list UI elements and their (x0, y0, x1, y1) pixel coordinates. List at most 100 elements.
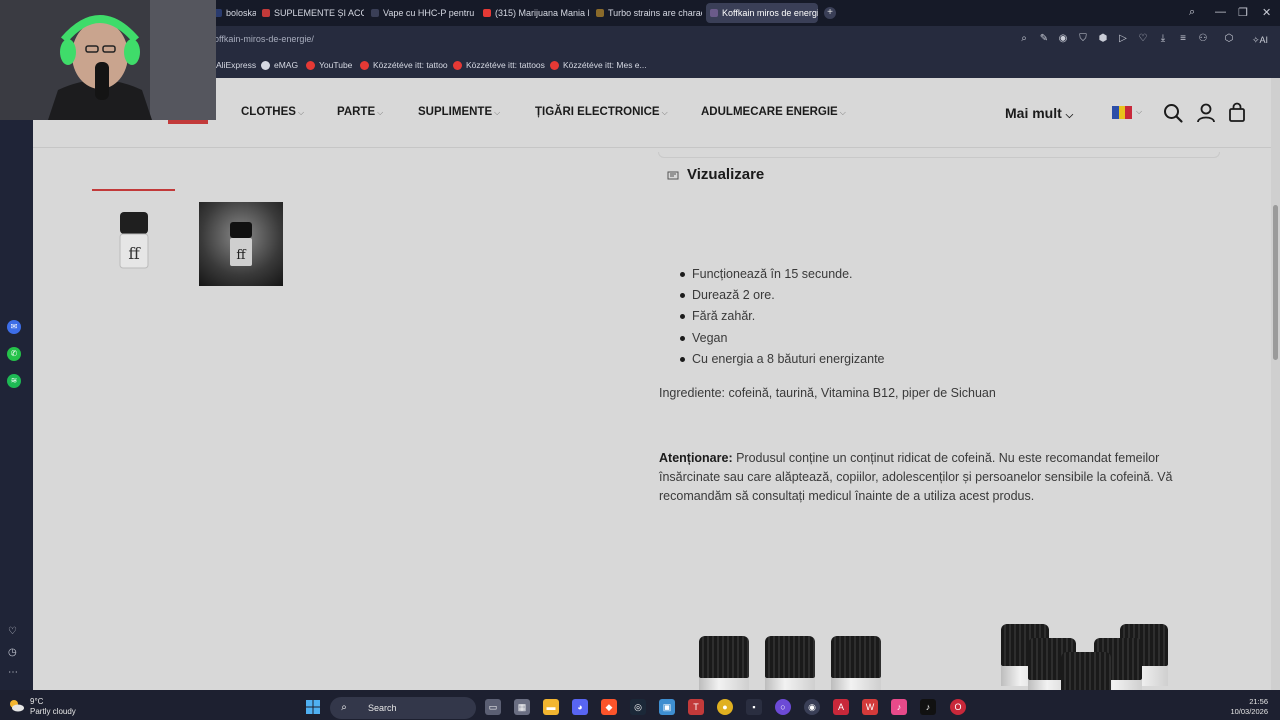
opera-icon[interactable]: O (950, 699, 966, 715)
whatsapp-icon[interactable]: ✆ (7, 347, 21, 361)
bookmark-item[interactable]: Közzétéve itt: tattoos (453, 60, 545, 70)
camera-icon[interactable]: ◉ (1058, 34, 1068, 44)
app-pink-icon[interactable]: ♪ (891, 699, 907, 715)
browser-tab[interactable]: Vape cu HHC-P pentru ca (367, 3, 477, 23)
more-options-icon[interactable]: ⋯ (8, 667, 18, 678)
browser-tab[interactable]: Turbo strains are characte (592, 3, 702, 23)
account-icon[interactable] (1195, 102, 1217, 124)
site-logo[interactable] (168, 120, 208, 124)
weather-status: Partly cloudy (30, 707, 76, 716)
browser-tab[interactable]: Koffkain miros de energie (706, 3, 818, 23)
brave-icon[interactable]: ◆ (601, 699, 617, 715)
profile-icon[interactable]: ⚇ (1198, 34, 1208, 44)
bookmark-label: YouTube (319, 60, 353, 70)
history-icon[interactable]: ◷ (8, 647, 17, 658)
new-tab-button[interactable]: + (824, 7, 836, 19)
bookmark-item[interactable]: Közzétéve itt: tattoo (360, 60, 448, 70)
minimize-icon[interactable]: — (1215, 6, 1226, 18)
tab-favicon-icon (262, 9, 270, 17)
language-chevron-icon[interactable]: ⌵ (1136, 107, 1142, 117)
tab-favicon-icon (710, 9, 718, 17)
nav-suplimente[interactable]: SUPLIMENTE ⌵ (418, 106, 500, 118)
tab-panel-border (658, 152, 1220, 158)
app-icon[interactable]: ▪ (746, 699, 762, 715)
menu-icon[interactable]: ≡ (1178, 34, 1188, 44)
browser-search-icon[interactable]: ⌕ (1189, 6, 1195, 19)
list-item: Funcționează în 15 secunde. (678, 266, 885, 287)
task-view-icon[interactable]: ▭ (485, 699, 501, 715)
bookmark-item[interactable]: YouTube (306, 60, 352, 70)
section-title[interactable]: Vizualizare (687, 166, 764, 183)
shield-icon[interactable]: ⛉ (1078, 34, 1088, 44)
ai-button[interactable]: ✧AI (1252, 31, 1276, 49)
extension-icon[interactable]: ⬢ (1098, 34, 1108, 44)
weather-widget[interactable]: 9°C Partly cloudy (30, 697, 76, 717)
wps-icon[interactable]: W (862, 699, 878, 715)
tab-label: SUPLEMENTE ȘI ACCESORI (274, 8, 364, 18)
tab-label: boloska 🎧 (226, 7, 256, 18)
discord-icon[interactable]: ◕ (572, 699, 588, 715)
app-circle-icon[interactable]: ○ (775, 699, 791, 715)
scrollbar-thumb[interactable] (1273, 205, 1278, 360)
list-item: Fără zahăr. (678, 308, 885, 329)
obs-icon[interactable]: ◉ (804, 699, 820, 715)
weather-icon[interactable] (8, 698, 24, 712)
messenger-icon[interactable]: ✉ (7, 320, 21, 334)
bookmark-label: Közzétéve itt: Mes e... (563, 60, 647, 70)
edit-icon[interactable]: ✎ (1039, 34, 1049, 44)
system-clock[interactable]: 21:56 10/03/2026 (1226, 697, 1268, 717)
tab-favicon-icon (596, 9, 604, 17)
taskbar-search[interactable]: Search (330, 697, 476, 719)
clock-time: 21:56 (1249, 697, 1268, 706)
browser-tab[interactable]: (315) Marijuana Mania Ep (479, 3, 589, 23)
play-icon[interactable]: ▷ (1118, 34, 1128, 44)
tab-label: Turbo strains are characte (608, 8, 702, 18)
search-icon[interactable] (1162, 102, 1184, 124)
cube-icon[interactable]: ⬡ (1224, 34, 1234, 44)
tab-label: (315) Marijuana Mania Ep (495, 8, 589, 18)
acrobat-icon[interactable]: A (833, 699, 849, 715)
spotify-icon[interactable]: ≋ (7, 374, 21, 388)
thumbnail-1-label: ff (128, 244, 141, 263)
feature-list: Funcționează în 15 secunde. Durează 2 or… (678, 266, 885, 372)
widgets-icon[interactable]: ▦ (514, 699, 530, 715)
product-image-bottle (765, 636, 815, 698)
page-scrollbar[interactable] (1271, 78, 1280, 690)
browser-tab[interactable]: boloska 🎧 (210, 3, 256, 23)
zoom-icon[interactable]: ⌕ (1019, 34, 1029, 44)
coin-app-icon[interactable]: ● (717, 699, 733, 715)
emag-icon (261, 60, 270, 70)
bookmark-label: Közzétéve itt: tattoo (373, 60, 448, 70)
nav-parte[interactable]: PARTE ⌵ (337, 106, 383, 118)
nav-tigari-electronice[interactable]: ȚIGĂRI ELECTRONICE ⌵ (535, 106, 668, 118)
download-icon[interactable]: ⤓ (1158, 34, 1168, 44)
nav-adulmecare-energie[interactable]: ADULMECARE ENERGIE ⌵ (701, 106, 846, 118)
app-tf-icon[interactable]: T (688, 699, 704, 715)
product-thumbnail-2[interactable]: ff (199, 202, 283, 286)
steam-icon[interactable]: ◎ (630, 699, 646, 715)
browser-tab[interactable]: SUPLEMENTE ȘI ACCESORI (258, 3, 364, 23)
windows-start-icon[interactable] (305, 699, 321, 715)
favorites-icon[interactable]: ♡ (8, 626, 17, 637)
tab-label: Koffkain miros de energie (722, 8, 818, 18)
warning-label: Atenționare: (659, 451, 733, 465)
cart-icon[interactable] (1226, 102, 1248, 124)
warning-body: Produsul conține un conținut ridicat de … (659, 451, 1173, 503)
bookmark-item[interactable]: eMAG (261, 60, 298, 70)
photos-icon[interactable]: ▣ (659, 699, 675, 715)
bookmark-item[interactable]: AliExpress (216, 60, 256, 70)
nav-clothes[interactable]: CLOTHES ⌵ (241, 106, 304, 118)
product-image-bottle (699, 636, 749, 698)
file-explorer-icon[interactable]: ▬ (543, 699, 559, 715)
tab-favicon-icon (483, 9, 491, 17)
tiktok-icon[interactable]: ♪ (920, 699, 936, 715)
close-window-icon[interactable]: ✕ (1262, 6, 1271, 19)
heart-icon[interactable]: ♡ (1138, 34, 1148, 44)
pinterest-icon (550, 60, 559, 70)
product-thumbnail-1[interactable]: ff (92, 202, 175, 285)
url-field[interactable]: offkain-miros-de-energie/ (214, 34, 314, 44)
language-flag-icon[interactable] (1112, 106, 1133, 119)
maximize-icon[interactable]: ❐ (1238, 6, 1248, 19)
more-menu[interactable]: Mai mult ⌵ (1005, 105, 1073, 121)
bookmark-item[interactable]: Közzétéve itt: Mes e... (550, 60, 647, 70)
